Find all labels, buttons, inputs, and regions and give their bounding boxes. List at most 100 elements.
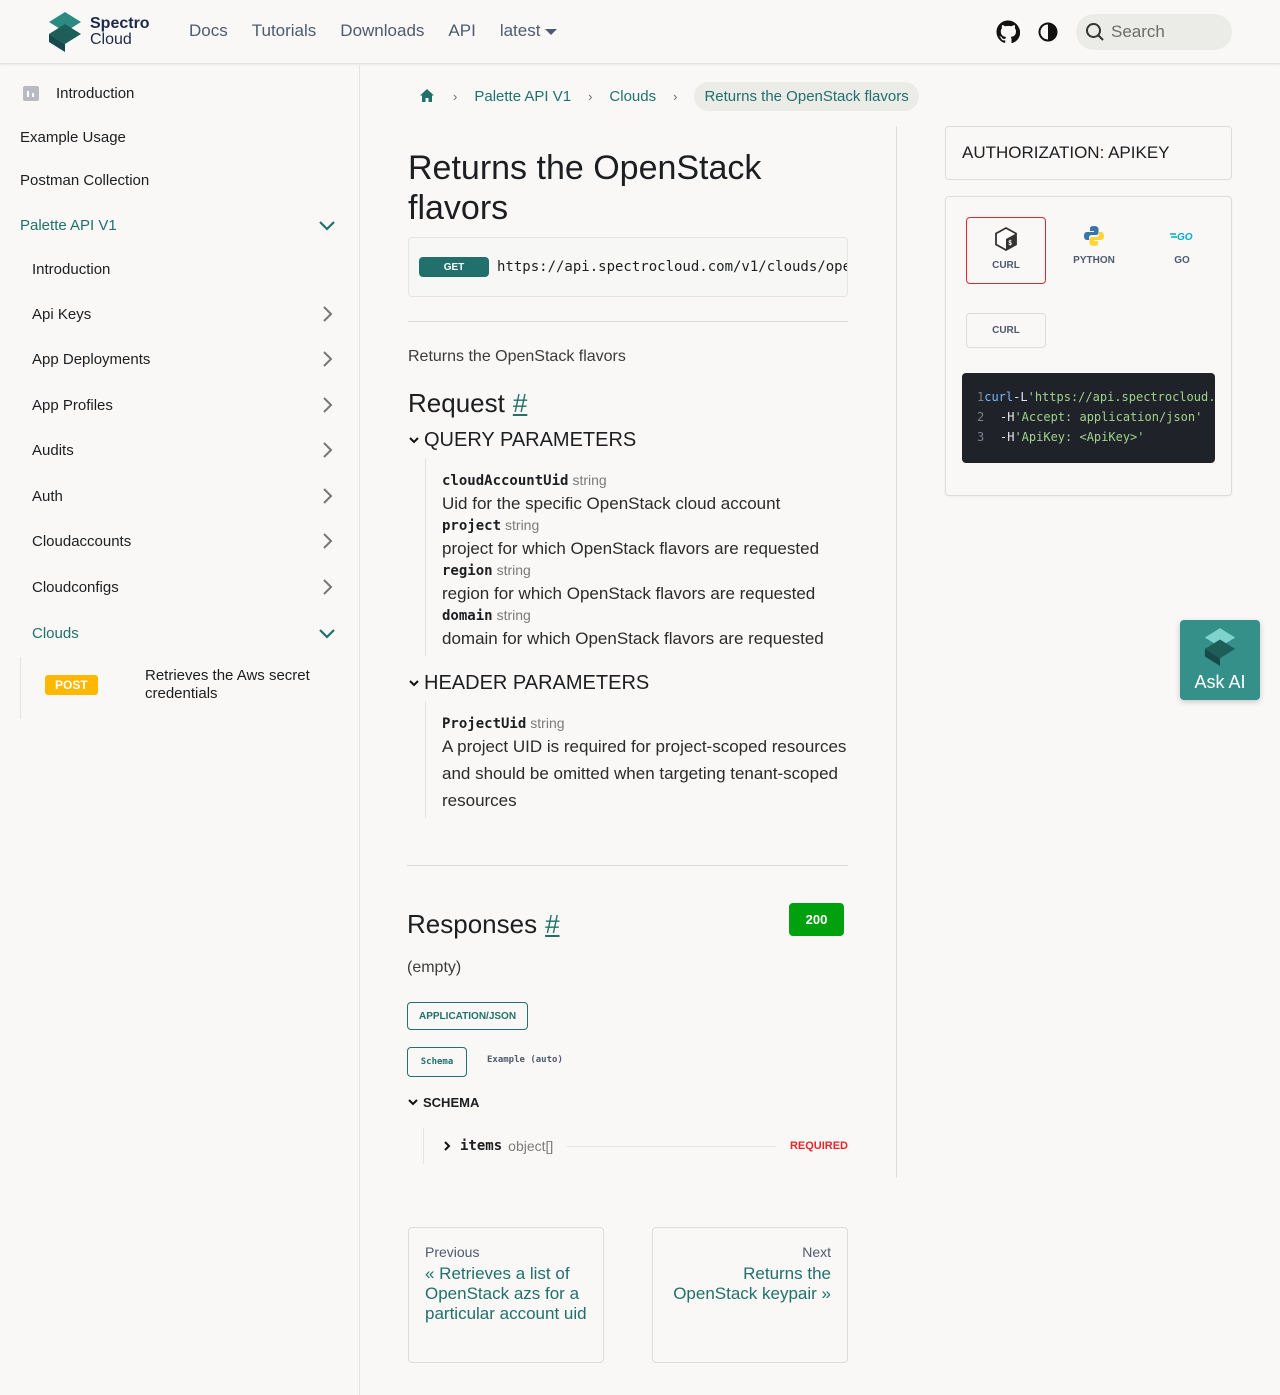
endpoint-bar: GET https://api.spectrocloud.com/v1/clou… bbox=[408, 237, 848, 297]
chevron-right-icon: › bbox=[453, 88, 458, 104]
param-name: project bbox=[442, 518, 502, 534]
home-icon[interactable] bbox=[418, 87, 436, 105]
schema-toggle[interactable]: SCHEMA bbox=[407, 1095, 479, 1110]
divider bbox=[408, 321, 848, 322]
method-badge-get: GET bbox=[419, 257, 489, 277]
param-name: domain bbox=[442, 608, 493, 624]
chevron-right-icon[interactable] bbox=[317, 486, 337, 506]
chevron-right-icon[interactable] bbox=[317, 349, 337, 369]
breadcrumb-clouds-link[interactable]: Clouds bbox=[609, 88, 656, 105]
sidebar-item-app-profiles[interactable]: App Profiles bbox=[0, 385, 359, 425]
header-params-toggle[interactable]: HEADER PARAMETERS bbox=[408, 672, 848, 695]
query-params-toggle[interactable]: QUERY PARAMETERS bbox=[408, 429, 848, 452]
sidebar-item-label: Introduction bbox=[56, 84, 135, 102]
curl-icon: $ bbox=[995, 226, 1017, 252]
sidebar-item-intro-sub[interactable]: Introduction bbox=[0, 249, 359, 289]
schema-items-row[interactable]: items object[] REQUIRED bbox=[423, 1128, 848, 1164]
nav-api-link[interactable]: API bbox=[448, 20, 475, 42]
sidebar-item-label: Auth bbox=[32, 487, 63, 505]
param-description: region for which OpenStack flavors are r… bbox=[442, 584, 816, 603]
nav-downloads-link[interactable]: Downloads bbox=[340, 20, 424, 42]
schema-tab[interactable]: Schema bbox=[407, 1047, 467, 1077]
chevron-down-icon[interactable] bbox=[317, 215, 337, 235]
brand-logo-link[interactable]: Spectro Cloud bbox=[47, 12, 150, 52]
breadcrumb-palette-link[interactable]: Palette API V1 bbox=[474, 88, 571, 105]
request-anchor-link[interactable]: # bbox=[513, 388, 527, 418]
caret-down-icon bbox=[545, 28, 558, 35]
chevron-down-icon bbox=[408, 1098, 418, 1105]
article: Returns the OpenStack flavors GET https:… bbox=[408, 125, 848, 818]
schema-item-name: items bbox=[460, 1138, 503, 1154]
header-params-list: ProjectUid string A project UID is requir… bbox=[425, 701, 848, 818]
code-block: 1curl -L 'https://api.spectrocloud.com/v… bbox=[962, 373, 1215, 463]
variant-tab-curl[interactable]: CURL bbox=[966, 313, 1046, 348]
param-name: ProjectUid bbox=[442, 716, 527, 732]
authorization-box: AUTHORIZATION: APIKEY bbox=[945, 126, 1232, 180]
previous-page-link[interactable]: Previous « Retrieves a list of OpenStack… bbox=[408, 1227, 604, 1363]
sidebar-item-cloudaccounts[interactable]: Cloudaccounts bbox=[0, 521, 359, 561]
sidebar-item-apikeys[interactable]: Api Keys bbox=[0, 294, 359, 334]
param-description: domain for which OpenStack flavors are r… bbox=[442, 629, 824, 648]
sidebar-item-auth[interactable]: Auth bbox=[0, 476, 359, 516]
sidebar-item-postman[interactable]: Postman Collection bbox=[0, 160, 359, 200]
sidebar-item-aws-secret[interactable]: POST Retrieves the Aws secret credential… bbox=[20, 657, 340, 719]
param-item: ProjectUid string bbox=[442, 715, 848, 733]
sidebar-item-introduction[interactable]: Introduction bbox=[0, 73, 359, 113]
page-title: Returns the OpenStack flavors bbox=[408, 149, 762, 227]
sidebar-item-app-deployments[interactable]: App Deployments bbox=[0, 339, 359, 379]
param-item: region string bbox=[442, 562, 848, 580]
chevron-down-icon bbox=[409, 679, 419, 686]
chevron-down-icon[interactable] bbox=[317, 623, 337, 643]
lang-tab-curl[interactable]: $ CURL bbox=[966, 217, 1046, 284]
sidebar-item-label: Retrieves the Aws secret credentials bbox=[145, 667, 310, 702]
param-description: Uid for the specific OpenStack cloud acc… bbox=[442, 494, 781, 513]
sidebar-item-label: Audits bbox=[32, 441, 74, 459]
sidebar-item-label: Introduction bbox=[32, 260, 111, 278]
sidebar-item-example-usage[interactable]: Example Usage bbox=[0, 117, 359, 157]
ask-ai-button[interactable]: Ask AI bbox=[1180, 620, 1260, 700]
github-icon[interactable] bbox=[996, 20, 1020, 44]
pager-label: Previous bbox=[425, 1244, 480, 1260]
mime-type-tab[interactable]: APPLICATION/JSON bbox=[407, 1002, 529, 1030]
column-divider bbox=[896, 126, 897, 1178]
sidebar-item-audits[interactable]: Audits bbox=[0, 430, 359, 470]
search-input[interactable]: Search bbox=[1076, 14, 1232, 50]
endpoint-url[interactable]: https://api.spectrocloud.com/v1/clouds/o… bbox=[497, 259, 847, 275]
sidebar-item-clouds[interactable]: Clouds bbox=[0, 613, 359, 653]
query-params-list: cloudAccountUid string Uid for the specif… bbox=[425, 458, 848, 656]
chevron-right-icon[interactable] bbox=[317, 531, 337, 551]
status-code-tab[interactable]: 200 bbox=[789, 903, 844, 936]
param-type: string bbox=[572, 472, 607, 488]
code-samples-panel: $ CURL PYTHON GO GO CURL 1 curl -L 'https… bbox=[945, 196, 1232, 496]
sidebar-item-cloudconfigs[interactable]: Cloudconfigs bbox=[0, 567, 359, 607]
sidebar: Introduction Example Usage Postman Colle… bbox=[0, 65, 360, 1395]
spectro-logo-icon bbox=[49, 12, 81, 52]
nav-tutorials-link[interactable]: Tutorials bbox=[252, 20, 317, 42]
pager-label: Next bbox=[802, 1244, 831, 1260]
chevron-right-icon[interactable] bbox=[317, 440, 337, 460]
nav-docs-link[interactable]: Docs bbox=[189, 20, 228, 42]
sidebar-item-label: Postman Collection bbox=[20, 171, 150, 189]
version-dropdown[interactable]: latest bbox=[500, 20, 558, 42]
next-page-link[interactable]: Next Returns the OpenStack keypair » bbox=[652, 1227, 848, 1363]
chevron-right-icon[interactable] bbox=[317, 304, 337, 324]
param-item: project string bbox=[442, 517, 848, 535]
lang-tab-go[interactable]: GO GO bbox=[1142, 217, 1222, 284]
chevron-right-icon[interactable] bbox=[317, 577, 337, 597]
theme-toggle-icon[interactable] bbox=[1036, 20, 1060, 44]
sidebar-item-label: Clouds bbox=[32, 624, 79, 642]
code-line: 1curl -L 'https://api.spectrocloud.com/v… bbox=[977, 390, 1215, 404]
sidebar-item-label: Api Keys bbox=[32, 305, 92, 323]
sidebar-item-palette-api[interactable]: Palette API V1 bbox=[0, 205, 359, 245]
sidebar-item-label: Palette API V1 bbox=[20, 216, 117, 234]
lang-tab-python[interactable]: PYTHON bbox=[1054, 217, 1134, 284]
sidebar-item-label: Cloudaccounts bbox=[32, 532, 132, 550]
top-navbar: Spectro Cloud Docs Tutorials Downloads A… bbox=[0, 0, 1280, 64]
breadcrumb-current: Returns the OpenStack flavors bbox=[694, 81, 919, 111]
book-icon bbox=[23, 86, 39, 101]
example-tab[interactable]: Example (auto) bbox=[487, 1055, 563, 1065]
chevron-right-icon[interactable] bbox=[317, 395, 337, 415]
sidebar-item-label: App Deployments bbox=[32, 350, 151, 368]
pager-title: Returns the OpenStack keypair » bbox=[673, 1264, 831, 1303]
responses-anchor-link[interactable]: # bbox=[545, 909, 559, 939]
